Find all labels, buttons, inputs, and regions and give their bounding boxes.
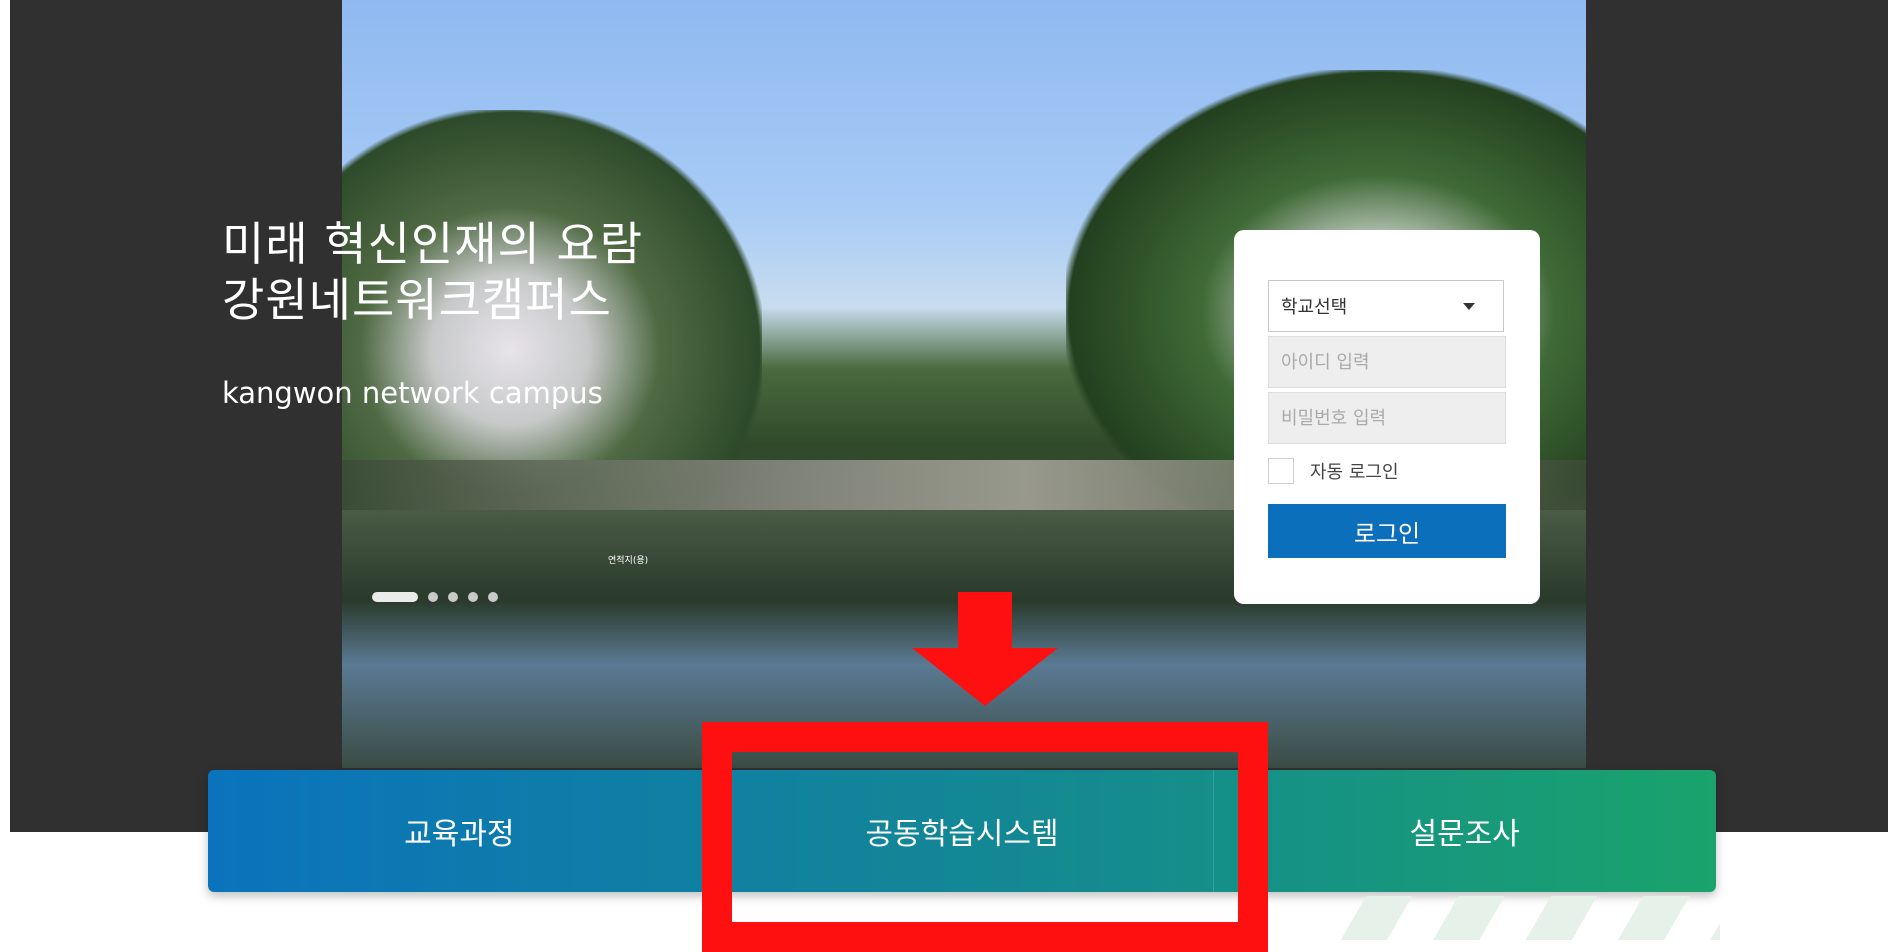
id-input[interactable] [1268,336,1506,388]
password-input[interactable] [1268,392,1506,444]
menu-item-curriculum[interactable]: 교육과정 [208,770,711,892]
auto-login-checkbox[interactable] [1268,458,1294,484]
slogan-line-1: 미래 혁신인재의 요람 [222,217,644,271]
red-highlight-box [702,722,1268,952]
login-card: 학교선택 자동 로그인 로그인 [1234,230,1540,604]
slide-dot[interactable] [488,592,498,602]
arrow-head [912,648,1058,706]
arrow-shaft [958,592,1012,650]
auto-login-label[interactable]: 자동 로그인 [1310,458,1399,484]
photo-caption: 연적지(용) [608,556,649,566]
slide-dot[interactable] [448,592,458,602]
auto-login-row[interactable]: 자동 로그인 [1268,458,1399,484]
hero-subtitle: kangwon network campus [222,376,603,410]
menu-item-survey[interactable]: 설문조사 [1213,770,1716,892]
dropdown-caret-icon [1463,303,1475,310]
school-select[interactable]: 학교선택 [1268,280,1504,332]
slide-dot[interactable] [468,592,478,602]
slide-indicator [372,592,498,602]
red-down-arrow-icon [912,592,1058,706]
hero-slogan: 미래 혁신인재의 요람 강원네트워크캠퍼스 [222,216,643,328]
slide-dot-active[interactable] [372,592,418,602]
slogan-line-2: 강원네트워크캠퍼스 [222,273,612,327]
decorative-stripes [1320,896,1720,940]
school-select-value: 학교선택 [1281,297,1348,318]
slide-dot[interactable] [428,592,438,602]
login-button[interactable]: 로그인 [1268,504,1506,558]
